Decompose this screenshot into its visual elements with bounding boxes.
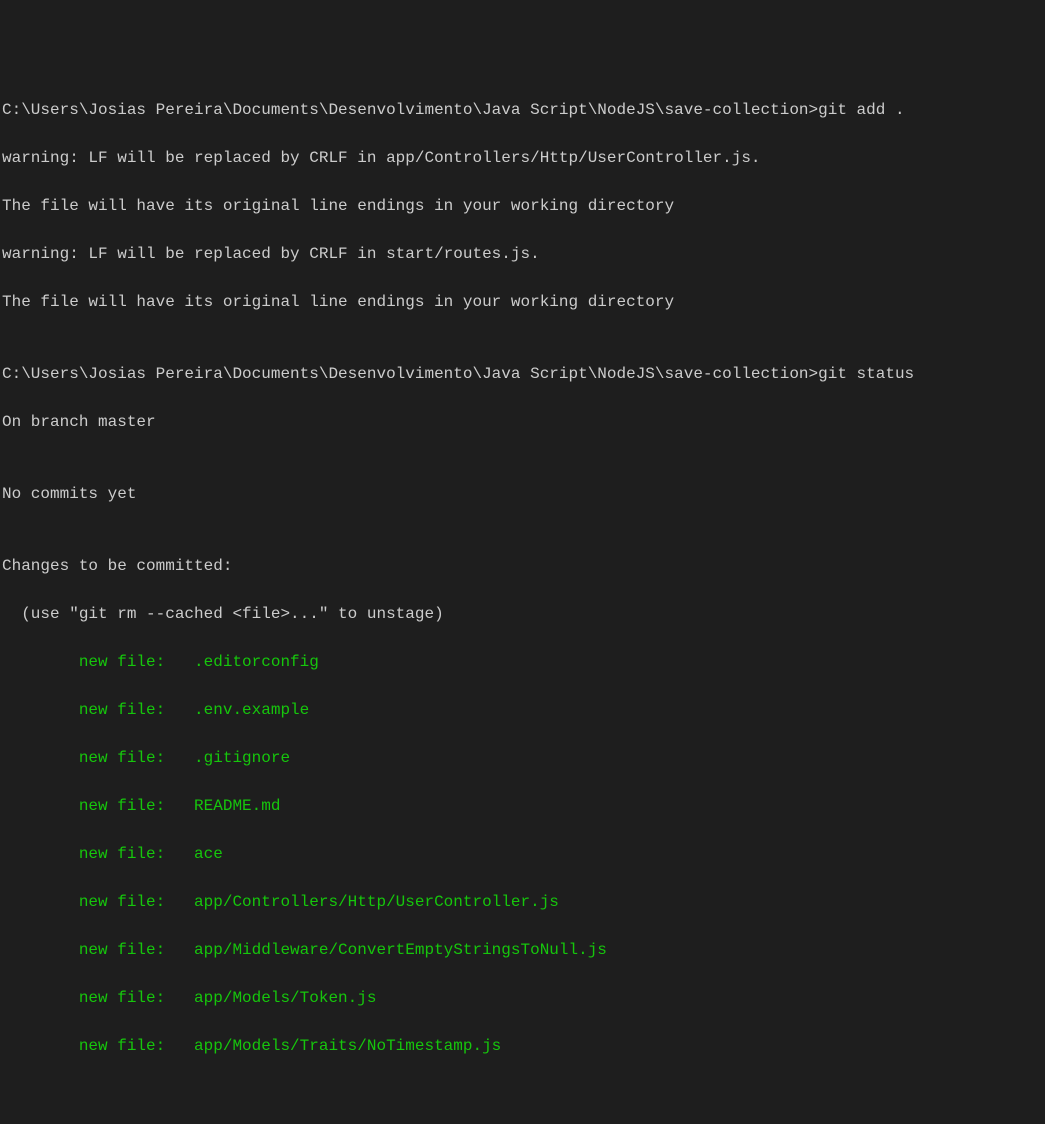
terminal-line: C:\Users\Josias Pereira\Documents\Desenv… (2, 98, 1045, 122)
command-text: git add . (818, 101, 904, 119)
git-new-file: new file: app/Middleware/ConvertEmptyStr… (2, 938, 1045, 962)
terminal-output: warning: LF will be replaced by CRLF in … (2, 146, 1045, 170)
git-new-file: new file: README.md (2, 794, 1045, 818)
terminal-line: C:\Users\Josias Pereira\Documents\Desenv… (2, 362, 1045, 386)
terminal-output: (use "git rm --cached <file>..." to unst… (2, 602, 1045, 626)
terminal-output: warning: LF will be replaced by CRLF in … (2, 242, 1045, 266)
git-new-file: new file: .editorconfig (2, 650, 1045, 674)
terminal-output: The file will have its original line end… (2, 194, 1045, 218)
git-new-file: new file: app/Models/Traits/NoTimestamp.… (2, 1034, 1045, 1058)
terminal-output: Changes to be committed: (2, 554, 1045, 578)
prompt-path: C:\Users\Josias Pereira\Documents\Desenv… (2, 101, 818, 119)
terminal-output: On branch master (2, 410, 1045, 434)
git-new-file: new file: app/Models/Token.js (2, 986, 1045, 1010)
git-new-file: new file: ace (2, 842, 1045, 866)
prompt-path: C:\Users\Josias Pereira\Documents\Desenv… (2, 365, 818, 383)
git-new-file: new file: .gitignore (2, 746, 1045, 770)
command-text: git status (818, 365, 914, 383)
terminal-output: The file will have its original line end… (2, 290, 1045, 314)
terminal-output: No commits yet (2, 482, 1045, 506)
git-new-file: new file: app/Controllers/Http/UserContr… (2, 890, 1045, 914)
git-new-file: new file: .env.example (2, 698, 1045, 722)
